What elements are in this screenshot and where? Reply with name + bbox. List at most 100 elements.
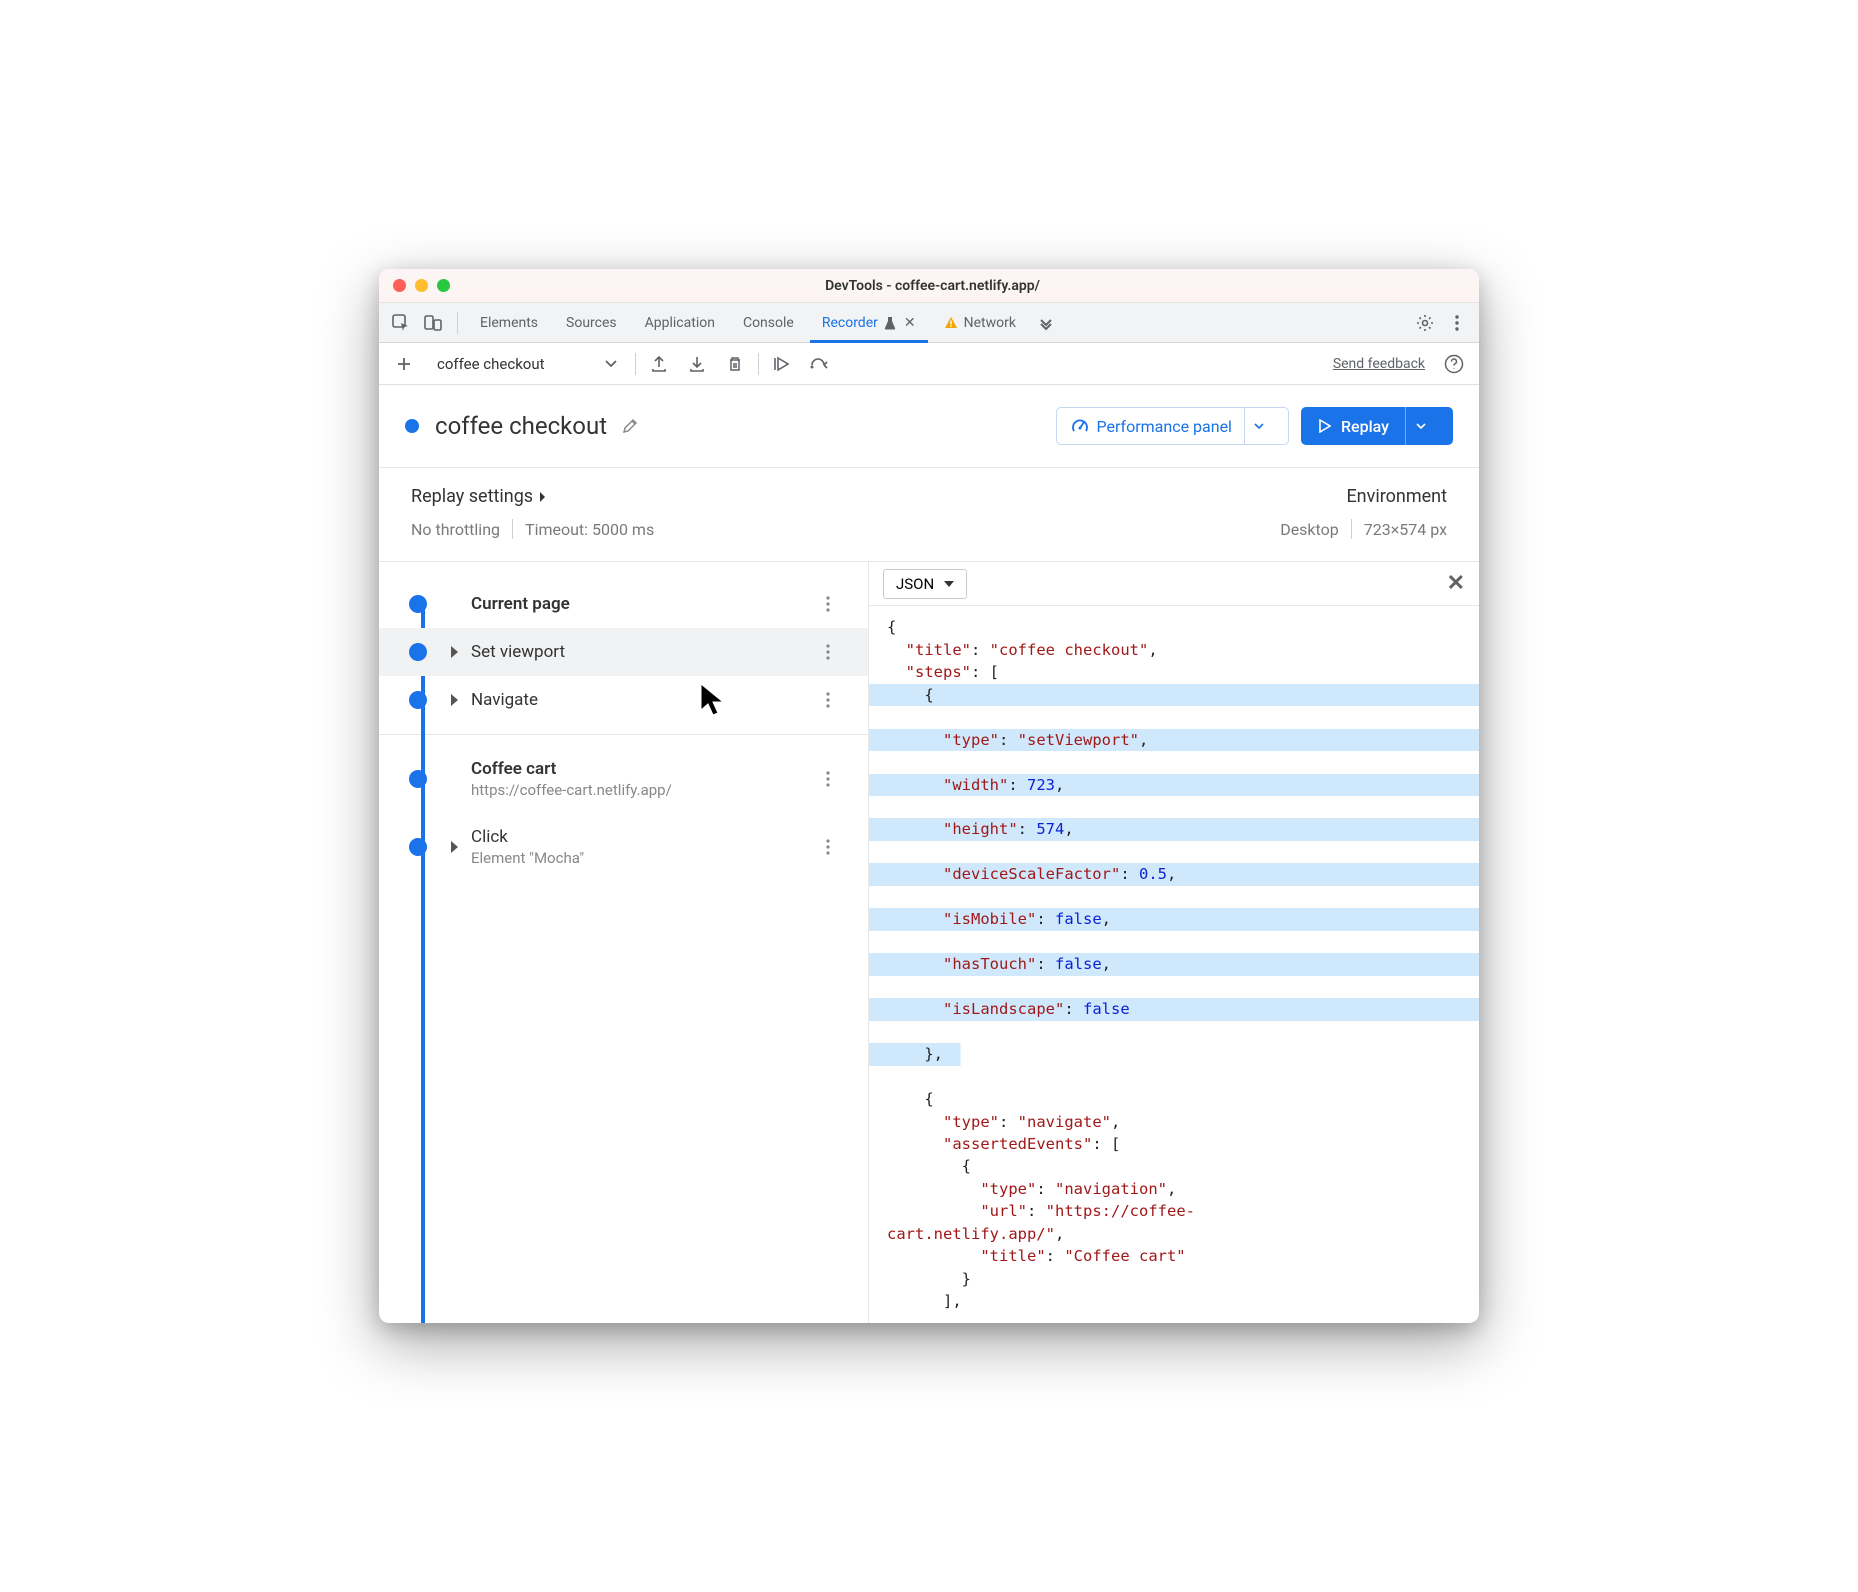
devtools-window: DevTools - coffee-cart.netlify.app/ Elem… — [379, 269, 1479, 1323]
import-button[interactable] — [682, 349, 712, 379]
replay-settings-toggle[interactable]: Replay settings — [411, 486, 654, 507]
recording-name: coffee checkout — [437, 355, 545, 373]
step-button[interactable] — [805, 349, 835, 379]
step-row[interactable]: Current page — [379, 580, 868, 628]
window-title: DevTools - coffee-cart.netlify.app/ — [400, 278, 1465, 294]
send-feedback-link[interactable]: Send feedback — [1333, 356, 1425, 372]
replay-button[interactable]: Replay — [1301, 407, 1453, 445]
chevron-right-icon — [451, 694, 463, 706]
throttling-value: No throttling — [411, 520, 500, 539]
tab-sources[interactable]: Sources — [554, 303, 629, 343]
separator — [1351, 519, 1352, 539]
close-code-view-button[interactable]: ✕ — [1447, 571, 1465, 596]
tab-label: Sources — [566, 315, 617, 331]
performance-dropdown[interactable] — [1244, 407, 1274, 445]
titlebar: DevTools - coffee-cart.netlify.app/ — [379, 269, 1479, 303]
step-row[interactable]: Set viewport — [379, 628, 868, 676]
step-kebab-menu[interactable] — [826, 692, 852, 708]
tab-elements[interactable]: Elements — [468, 303, 550, 343]
step-row[interactable]: Click Element "Mocha" — [379, 813, 868, 881]
more-tabs-icon[interactable] — [1032, 309, 1060, 337]
step-content: Set viewport — [471, 642, 826, 662]
step-title: Coffee cart — [471, 759, 826, 779]
step-title: Navigate — [471, 690, 826, 710]
step-kebab-menu[interactable] — [826, 644, 852, 660]
tab-label: Network — [964, 315, 1016, 331]
tab-console[interactable]: Console — [731, 303, 806, 343]
format-label: JSON — [896, 575, 934, 593]
label: Replay settings — [411, 486, 533, 507]
settings-gear-icon[interactable] — [1411, 309, 1439, 337]
continue-button[interactable] — [767, 349, 797, 379]
separator — [457, 312, 458, 334]
step-dot — [409, 643, 427, 661]
edit-title-button[interactable] — [621, 417, 639, 435]
env-device: Desktop — [1280, 520, 1339, 539]
export-button[interactable] — [644, 349, 674, 379]
separator — [512, 519, 513, 539]
new-recording-button[interactable] — [389, 349, 419, 379]
device-toolbar-icon[interactable] — [419, 309, 447, 337]
help-icon[interactable] — [1439, 349, 1469, 379]
recording-header: coffee checkout Performance panel Replay — [379, 385, 1479, 468]
step-dot — [409, 595, 427, 613]
replay-dropdown[interactable] — [1405, 407, 1435, 445]
tab-label: Recorder — [822, 315, 878, 331]
step-content: Current page — [471, 594, 826, 614]
close-tab-icon[interactable]: ✕ — [904, 315, 916, 331]
step-content: Navigate — [471, 690, 826, 710]
step-title: Set viewport — [471, 642, 826, 662]
recorder-toolbar: coffee checkout Send feedback — [379, 343, 1479, 385]
step-title: Current page — [471, 594, 826, 614]
step-title: Click — [471, 827, 826, 847]
tab-application[interactable]: Application — [633, 303, 727, 343]
tab-label: Elements — [480, 315, 538, 331]
step-dot — [409, 838, 427, 856]
warning-icon — [944, 316, 958, 330]
step-dot — [409, 770, 427, 788]
timeout-value: Timeout: 5000 ms — [525, 520, 654, 539]
step-divider — [379, 734, 868, 735]
recording-selector[interactable]: coffee checkout — [427, 351, 627, 377]
flask-icon — [884, 316, 896, 330]
body-split: Current page Set viewport Navigate Coffee c… — [379, 562, 1479, 1323]
tab-label: Console — [743, 315, 794, 331]
separator — [758, 353, 759, 375]
play-icon — [1319, 419, 1331, 433]
step-content: Click Element "Mocha" — [471, 827, 826, 867]
tab-label: Application — [645, 315, 715, 331]
step-kebab-menu[interactable] — [826, 596, 852, 612]
step-row[interactable]: Coffee cart https://coffee-cart.netlify.a… — [379, 745, 868, 813]
performance-panel-button[interactable]: Performance panel — [1056, 407, 1289, 445]
env-size: 723×574 px — [1364, 520, 1447, 539]
settings-row: Replay settings No throttling Timeout: 5… — [379, 468, 1479, 562]
recording-title: coffee checkout — [435, 412, 607, 440]
tab-network[interactable]: Network — [932, 303, 1028, 343]
code-pane: JSON ✕ { "title": "coffee checkout", "st… — [869, 562, 1479, 1323]
chevron-right-icon — [539, 491, 547, 503]
code-header: JSON ✕ — [869, 562, 1479, 606]
separator — [635, 353, 636, 375]
button-label: Replay — [1341, 417, 1389, 436]
environment-heading: Environment — [1280, 486, 1447, 507]
steps-pane: Current page Set viewport Navigate Coffee c… — [379, 562, 869, 1323]
step-subtitle: Element "Mocha" — [471, 849, 826, 867]
step-row[interactable]: Navigate — [379, 676, 868, 724]
label: Environment — [1346, 486, 1447, 507]
devtools-tabstrip: Elements Sources Application Console Rec… — [379, 303, 1479, 343]
step-kebab-menu[interactable] — [826, 771, 852, 787]
tab-recorder[interactable]: Recorder ✕ — [810, 303, 928, 343]
triangle-down-icon — [944, 581, 954, 587]
format-selector[interactable]: JSON — [883, 569, 967, 599]
inspect-element-icon[interactable] — [387, 309, 415, 337]
delete-button[interactable] — [720, 349, 750, 379]
gauge-icon — [1071, 417, 1089, 435]
step-content: Coffee cart https://coffee-cart.netlify.a… — [471, 759, 826, 799]
step-dot — [409, 691, 427, 709]
step-kebab-menu[interactable] — [826, 839, 852, 855]
code-body[interactable]: { "title": "coffee checkout", "steps": [… — [869, 606, 1479, 1323]
step-subtitle: https://coffee-cart.netlify.app/ — [471, 781, 826, 799]
chevron-down-icon — [605, 360, 617, 368]
kebab-menu-icon[interactable] — [1443, 309, 1471, 337]
button-label: Performance panel — [1097, 417, 1232, 436]
